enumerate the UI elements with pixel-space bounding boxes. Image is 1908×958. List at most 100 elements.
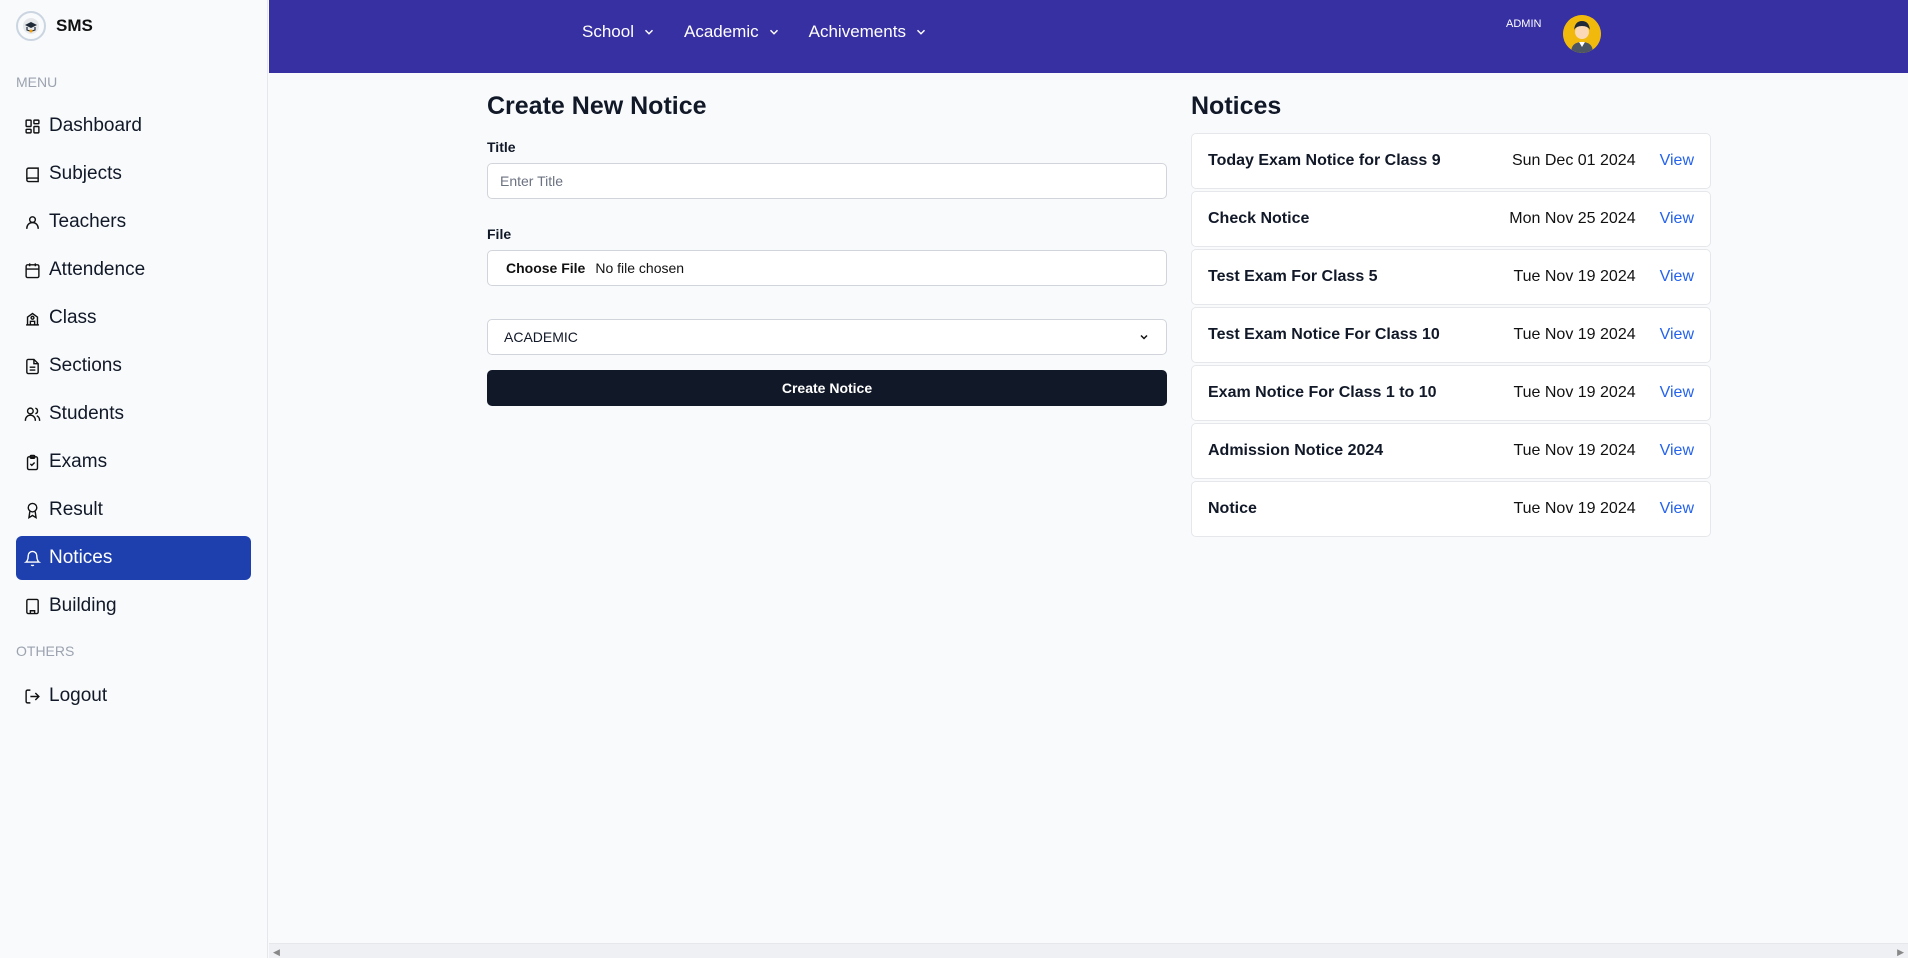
notice-title: Today Exam Notice for Class 9: [1208, 152, 1441, 169]
brand[interactable]: SMS: [0, 0, 267, 52]
building-icon: [26, 598, 39, 614]
chevron-down-icon: [1140, 334, 1148, 340]
notice-title: Test Exam Notice For Class 10: [1208, 326, 1440, 343]
form-title: Create New Notice: [487, 92, 707, 120]
topnav-label: Academic: [683, 22, 759, 41]
sidebar: SMS MENU Dashboard Subjects Teachers Att…: [0, 0, 268, 958]
topnav-academic-dropdown[interactable]: Academic: [684, 22, 781, 42]
sidebar-item-label: Students: [49, 403, 124, 424]
school-icon: [26, 312, 39, 326]
notice-date: Mon Nov 25 2024: [1509, 210, 1636, 227]
bell-icon: [24, 550, 41, 566]
sidebar-item-dashboard[interactable]: Dashboard: [16, 104, 251, 148]
file-status: No file chosen: [595, 260, 685, 276]
notice-date: Tue Nov 19 2024: [1513, 326, 1636, 343]
sidebar-item-label: Class: [49, 307, 97, 328]
category-select[interactable]: ACADEMIC: [487, 319, 1167, 355]
top-nav: School Academic Achivements: [582, 22, 928, 42]
create-notice-button[interactable]: Create Notice: [487, 370, 1167, 406]
sidebar-item-label: Notices: [49, 547, 113, 568]
category-selected-value: ACADEMIC: [504, 329, 578, 345]
scroll-left-icon[interactable]: ◀: [273, 947, 280, 958]
users-icon: [24, 406, 41, 421]
sidebar-item-class[interactable]: Class: [16, 296, 251, 340]
notice-title: Admission Notice 2024: [1208, 442, 1384, 459]
notice-view-link[interactable]: View: [1660, 384, 1694, 402]
sidebar-item-sections[interactable]: Sections: [16, 344, 251, 388]
notice-view-link[interactable]: View: [1660, 326, 1694, 344]
topnav-label: School: [582, 22, 634, 41]
notice-view-link[interactable]: View: [1660, 268, 1694, 286]
sidebar-item-building[interactable]: Building: [16, 584, 251, 628]
notice-title: Exam Notice For Class 1 to 10: [1208, 384, 1437, 401]
notice-view-link[interactable]: View: [1660, 500, 1694, 518]
notice-date: Tue Nov 19 2024: [1513, 268, 1636, 285]
notice-row: Exam Notice For Class 1 to 10 Tue Nov 19…: [1191, 365, 1711, 421]
user-icon: [26, 215, 39, 229]
sidebar-item-label: Building: [49, 595, 117, 616]
brand-name: SMS: [56, 16, 93, 35]
notice-view-link[interactable]: View: [1660, 210, 1694, 228]
chevron-down-icon: [916, 29, 925, 35]
notice-row: Notice Tue Nov 19 2024 View: [1191, 481, 1711, 537]
chevron-down-icon: [769, 29, 778, 35]
horizontal-scrollbar[interactable]: ◀ ▶: [269, 943, 1908, 958]
sidebar-menu: Dashboard Subjects Teachers Attendence C…: [0, 104, 267, 628]
school-logo-icon: [16, 11, 46, 41]
notices-title: Notices: [1191, 92, 1282, 120]
notice-view-link[interactable]: View: [1660, 152, 1694, 170]
notices-panel: Notices Today Exam Notice for Class 9 Su…: [1191, 88, 1711, 539]
choose-file-button[interactable]: Choose File: [506, 260, 585, 276]
notice-view-link[interactable]: View: [1660, 442, 1694, 460]
top-navbar: School Academic Achivements ADMIN: [269, 0, 1908, 73]
book-icon: [26, 166, 39, 182]
notice-date: Tue Nov 19 2024: [1513, 384, 1636, 401]
sidebar-item-label: Result: [49, 499, 103, 520]
topnav-achivements-dropdown[interactable]: Achivements: [809, 22, 928, 42]
sidebar-item-label: Exams: [49, 451, 108, 472]
sidebar-item-label: Attendence: [49, 259, 146, 280]
notice-date: Sun Dec 01 2024: [1511, 152, 1636, 169]
notice-row: Admission Notice 2024 Tue Nov 19 2024 Vi…: [1191, 423, 1711, 479]
notice-row: Check Notice Mon Nov 25 2024 View: [1191, 191, 1711, 247]
sidebar-others: Logout: [0, 674, 267, 718]
sidebar-item-label: Subjects: [49, 163, 122, 184]
title-label: Title: [487, 139, 516, 155]
notice-date: Tue Nov 19 2024: [1513, 500, 1636, 517]
calendar-icon: [25, 262, 40, 278]
notice-row: Today Exam Notice for Class 9 Sun Dec 01…: [1191, 133, 1711, 189]
sidebar-item-teachers[interactable]: Teachers: [16, 200, 251, 244]
sidebar-item-logout[interactable]: Logout: [16, 674, 251, 718]
award-icon: [27, 502, 38, 519]
logout-icon: [25, 688, 40, 704]
sidebar-item-exams[interactable]: Exams: [16, 440, 251, 484]
notice-row: Test Exam For Class 5 Tue Nov 19 2024 Vi…: [1191, 249, 1711, 305]
notice-title: Notice: [1208, 500, 1257, 517]
clipboard-icon: [26, 454, 39, 470]
topnav-school-dropdown[interactable]: School: [582, 22, 656, 42]
document-icon: [26, 358, 39, 374]
file-label: File: [487, 226, 512, 242]
notice-title: Test Exam For Class 5: [1208, 268, 1378, 285]
sidebar-item-result[interactable]: Result: [16, 488, 251, 532]
scroll-right-icon[interactable]: ▶: [1897, 947, 1904, 958]
dashboard-icon: [25, 118, 40, 134]
avatar[interactable]: [1563, 15, 1601, 53]
sidebar-item-label: Dashboard: [49, 115, 142, 136]
sidebar-item-notices[interactable]: Notices: [16, 536, 251, 580]
create-notice-form: Create New Notice Title File Choose File…: [487, 88, 1167, 406]
sidebar-item-subjects[interactable]: Subjects: [16, 152, 251, 196]
topnav-label: Achivements: [808, 22, 906, 41]
sidebar-item-attendence[interactable]: Attendence: [16, 248, 251, 292]
sidebar-item-students[interactable]: Students: [16, 392, 251, 436]
user-role-label: ADMIN: [1506, 18, 1542, 30]
title-input[interactable]: [487, 163, 1167, 199]
file-input[interactable]: Choose File No file chosen: [487, 250, 1167, 286]
menu-heading: MENU: [16, 74, 58, 90]
notice-row: Test Exam Notice For Class 10 Tue Nov 19…: [1191, 307, 1711, 363]
notice-title: Check Notice: [1208, 210, 1310, 227]
sidebar-item-label: Logout: [49, 685, 108, 706]
others-heading: OTHERS: [16, 643, 75, 659]
notice-date: Tue Nov 19 2024: [1513, 442, 1636, 459]
sidebar-item-label: Teachers: [49, 211, 127, 232]
